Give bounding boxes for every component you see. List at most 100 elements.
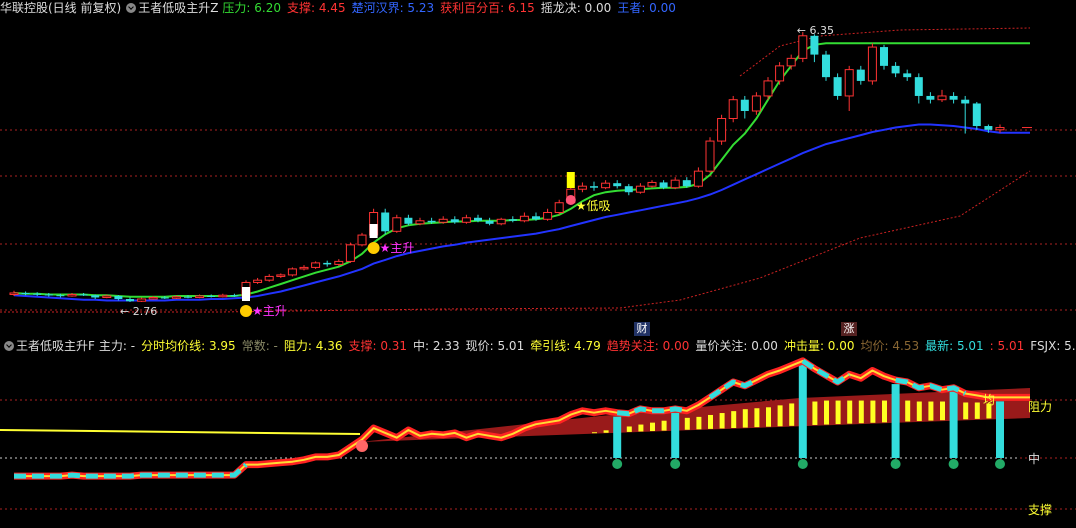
volume-bar (940, 401, 945, 421)
sub-value-item: 均价: 4.53 (860, 339, 920, 353)
candle-body (822, 54, 830, 78)
signal-box (242, 287, 250, 301)
candle-body (926, 95, 935, 100)
candle-body (519, 215, 529, 222)
candle-body (230, 295, 239, 297)
candle-body (415, 220, 425, 225)
candle (276, 273, 286, 278)
candle (461, 214, 471, 224)
candle-body (9, 292, 19, 295)
candle-body (114, 295, 123, 299)
candle-body (635, 185, 645, 193)
candle-body (532, 216, 540, 220)
sub-value-item: 主力: - (98, 339, 136, 353)
candle (903, 69, 912, 81)
red-ball-icon (356, 440, 368, 452)
candle-body (937, 95, 947, 101)
candle (287, 267, 297, 277)
candle-body (438, 218, 448, 223)
main-kline-chart[interactable]: ★主升 ★主升 ★低吸 ← 6.35 ← 2.76 (0, 16, 1076, 336)
volume-bar (858, 400, 864, 424)
main-chart-header: 华联控股(日线 前复权) 王者低吸主升Z 压力: 6.20 支撑: 4.45 楚河汉界:… (0, 0, 684, 16)
sub-value-item: 阻力: 4.36 (283, 339, 343, 353)
candle (647, 180, 657, 188)
volume-bar (696, 416, 702, 430)
candle-body (126, 298, 134, 302)
stock-chart-window: 华联控股(日线 前复权) 王者低吸主升Z 压力: 6.20 支撑: 4.45 楚河汉界:… (0, 0, 1076, 528)
candle-body (345, 244, 355, 262)
signal-label: ★主升 (380, 241, 415, 255)
candle (972, 101, 981, 130)
candle (299, 265, 309, 271)
candle-body (21, 292, 30, 294)
candle-body (207, 295, 216, 297)
candle (311, 261, 321, 269)
candle-body (44, 294, 53, 296)
indicator-menu-icon[interactable] (126, 3, 137, 13)
candle-body (323, 262, 332, 265)
candle-body (798, 35, 808, 59)
candle-body (833, 77, 842, 96)
candle-body (763, 80, 773, 97)
sub-value-item: 现价: 5.01 (465, 339, 525, 353)
candle-body (311, 262, 321, 268)
stock-title[interactable]: 华联控股(日线 前复权) (0, 1, 121, 15)
alert-spike (671, 412, 680, 458)
alert-spike (613, 416, 622, 458)
main-indicator-values: 压力: 6.20 支撑: 4.45 楚河汉界: 5.23 获利百分百: 6.15 摇龙决… (222, 1, 681, 15)
volume-bar (603, 430, 609, 433)
candle-body (554, 202, 564, 214)
candle (705, 137, 715, 173)
candle (508, 216, 517, 223)
candle-body (810, 35, 819, 55)
candle (404, 214, 413, 226)
candle (670, 177, 680, 190)
candle-body (647, 181, 657, 187)
candle (693, 167, 703, 188)
alert-spike (949, 391, 958, 458)
volume-bar (638, 424, 644, 432)
high-price-label: ← 6.35 (797, 24, 834, 37)
sub-indicator-name[interactable]: 王者低吸主升F (16, 339, 95, 353)
signal-box (566, 172, 575, 188)
candle (856, 65, 865, 85)
candle (937, 89, 947, 102)
diamond-icon (565, 195, 576, 205)
candle (392, 214, 402, 233)
chevron-down-icon (890, 459, 901, 469)
candle-body (995, 127, 1005, 131)
main-value-item: 楚河汉界: 5.23 (351, 1, 435, 15)
candle-body (450, 219, 459, 223)
candle-body (984, 126, 993, 130)
candle-body (485, 220, 494, 224)
volume-bar (766, 407, 771, 427)
volume-bar (974, 402, 980, 419)
volume-bar (812, 401, 818, 425)
candle-body (218, 294, 228, 298)
candle-body (740, 99, 749, 111)
chevron-down-icon (612, 459, 623, 469)
candle (253, 277, 263, 284)
candle (543, 208, 553, 221)
sub-value-item: 常数: - (241, 339, 278, 353)
smiley-icon (367, 242, 380, 254)
main-value-item: 摇龙决: 0.00 (540, 1, 612, 15)
candle (577, 182, 587, 193)
candle (485, 217, 494, 226)
candle (218, 293, 228, 298)
sub-value-item: 最新: 5.01 (925, 339, 984, 353)
volume-bar (754, 408, 760, 428)
candle-body (461, 217, 471, 223)
candle (891, 62, 900, 78)
sub-value-item: 中: 2.33 (413, 339, 460, 353)
candle-body (682, 180, 691, 187)
sub-indicator-menu-icon[interactable] (4, 341, 14, 351)
candle-body (508, 219, 517, 221)
main-indicator-name[interactable]: 王者低吸主升Z (138, 1, 218, 15)
candle-body (717, 118, 727, 142)
candle (519, 212, 529, 223)
candle-body (474, 217, 482, 221)
candle-body (577, 185, 587, 190)
sub-indicator-chart[interactable] (0, 354, 1076, 528)
ma-green-line (13, 42, 1030, 298)
